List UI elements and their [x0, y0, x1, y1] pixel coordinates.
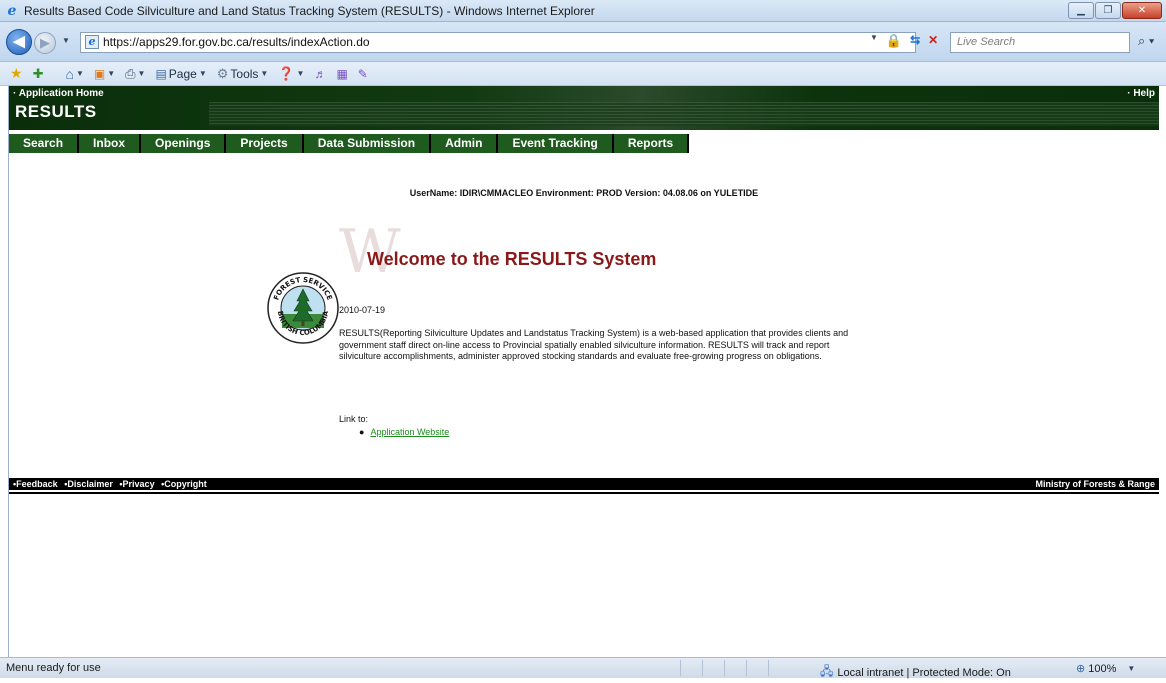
footer-divider: [9, 492, 1159, 494]
print-dropdown-icon[interactable]: ▼: [138, 69, 146, 78]
forest-service-logo: FOREST SERVICE BRITISH COLUMBIA: [267, 272, 339, 344]
link-to-label: Link to:: [339, 414, 369, 424]
footer-disclaimer-link[interactable]: •Disclaimer: [64, 479, 113, 489]
zoom-level: 100%: [1088, 662, 1117, 675]
main-menu: Search Inbox Openings Projects Data Subm…: [9, 134, 690, 153]
tools-menu[interactable]: ⚙ Tools ▼: [217, 66, 269, 82]
tools-menu-label: Tools: [230, 66, 259, 81]
menu-inbox[interactable]: Inbox: [79, 134, 142, 153]
gear-icon: ⚙: [216, 65, 229, 81]
status-panels: [680, 660, 790, 676]
page-icon: e: [85, 35, 99, 49]
home-dropdown-icon[interactable]: ▼: [76, 69, 84, 78]
close-button[interactable]: ✕: [1122, 2, 1162, 19]
addon-icon[interactable]: ✎: [358, 67, 368, 81]
feeds-icon: ▣: [93, 66, 106, 81]
help-icon: ❓: [278, 65, 295, 81]
page-menu-icon: ▤: [155, 66, 167, 81]
ministry-name: Ministry of Forests & Range: [1035, 479, 1155, 489]
stop-icon[interactable]: ✕: [928, 33, 938, 49]
minimize-button[interactable]: ▁: [1068, 2, 1094, 19]
footer-links: •Feedback •Disclaimer •Privacy •Copyrigh…: [13, 478, 211, 490]
favorites-star-icon[interactable]: ★: [10, 65, 23, 82]
status-bar: Menu ready for use 🖧 Local intranet | Pr…: [0, 657, 1166, 679]
menu-openings[interactable]: Openings: [141, 134, 227, 153]
search-input[interactable]: Live Search: [950, 32, 1130, 53]
window-title-bar: e Results Based Code Silviculture and La…: [0, 0, 1166, 22]
page-dropdown-icon: ▼: [198, 69, 207, 78]
url-input[interactable]: e https://apps29.for.gov.bc.ca/results/i…: [80, 32, 916, 53]
menu-reports[interactable]: Reports: [613, 134, 690, 153]
feeds-button[interactable]: ▣ ▼: [94, 67, 115, 81]
command-toolbar: ★ ✚ ⌂ ▼ ▣ ▼ ⎙ ▼ ▤ Page ▼ ⚙ Tools ▼ ❓ ▼ ♬ ▦ ✎: [0, 62, 1166, 86]
print-icon: ⎙: [125, 65, 136, 81]
status-panel: [746, 660, 768, 676]
window-controls: ▁ ❐ ✕: [1068, 2, 1162, 19]
refresh-icon[interactable]: ⇆: [910, 33, 920, 49]
header-decoration: [209, 102, 1159, 126]
menu-event-tracking[interactable]: Event Tracking: [498, 134, 614, 153]
status-panel: [680, 660, 702, 676]
forward-button[interactable]: ▶: [34, 32, 56, 54]
home-button[interactable]: ⌂ ▼: [65, 66, 83, 82]
application-website-link[interactable]: Application Website: [370, 427, 449, 437]
window-title: Results Based Code Silviculture and Land…: [24, 3, 595, 18]
zoom-icon: ⊕: [1076, 663, 1086, 675]
application-home-link[interactable]: · Application Home: [13, 88, 104, 99]
maximize-button[interactable]: ❐: [1095, 2, 1121, 19]
ie-logo-icon: e: [7, 2, 17, 19]
url-text: https://apps29.for.gov.bc.ca/results/ind…: [103, 35, 370, 49]
page-menu-label: Page: [168, 66, 197, 81]
menu-data-submission[interactable]: Data Submission: [303, 134, 432, 153]
current-date: 2010-07-19: [339, 305, 386, 315]
app-header: · Application Home · Help RESULTS: [9, 86, 1159, 130]
onenote-icon[interactable]: ▦: [336, 67, 347, 81]
status-panel: [768, 660, 790, 676]
app-title: RESULTS: [15, 102, 97, 121]
help-menu[interactable]: ❓ ▼: [278, 66, 304, 82]
page-content: · Application Home · Help RESULTS Search…: [8, 86, 1159, 657]
security-zone[interactable]: 🖧 Local intranet | Protected Mode: On: [820, 662, 1011, 683]
address-bar: ◀ ▶ ▼ e https://apps29.for.gov.bc.ca/res…: [0, 22, 1166, 62]
lock-icon[interactable]: 🔒: [886, 33, 902, 49]
menu-projects[interactable]: Projects: [226, 134, 304, 153]
security-zone-label: Local intranet | Protected Mode: On: [837, 666, 1011, 679]
bullet-icon: ●: [359, 427, 365, 437]
add-favorites-icon[interactable]: ✚: [33, 66, 44, 82]
url-controls: ▼ 🔒 ⇆ ✕: [870, 33, 938, 49]
tools-dropdown-icon: ▼: [260, 69, 269, 78]
system-description: RESULTS(Reporting Silviculture Updates a…: [339, 328, 849, 361]
link-list-item: ● Application Website: [359, 427, 449, 437]
status-panel: [702, 660, 724, 676]
status-panel: [724, 660, 746, 676]
history-dropdown-icon[interactable]: ▼: [62, 36, 70, 45]
zoom-dropdown-icon: ▼: [1127, 664, 1136, 673]
help-dropdown-icon: ▼: [296, 69, 305, 78]
menu-admin[interactable]: Admin: [431, 134, 499, 153]
footer-privacy-link[interactable]: •Privacy: [119, 479, 154, 489]
user-info: UserName: IDIR\CMMACLEO Environment: PRO…: [409, 188, 759, 198]
menu-search[interactable]: Search: [9, 134, 80, 153]
print-button[interactable]: ⎙ ▼: [125, 66, 145, 82]
url-dropdown-icon[interactable]: ▼: [870, 33, 878, 49]
research-icon[interactable]: ♬: [314, 67, 326, 81]
page-menu[interactable]: ▤ Page ▼: [155, 67, 206, 81]
intranet-icon: 🖧: [820, 664, 834, 678]
help-link[interactable]: · Help: [1127, 88, 1155, 99]
zoom-control[interactable]: ⊕ 100% ▼: [1076, 662, 1136, 676]
status-text: Menu ready for use: [6, 662, 101, 674]
footer-copyright-link[interactable]: •Copyright: [161, 479, 207, 489]
search-icon[interactable]: ⌕ ▾: [1138, 33, 1154, 49]
footer-feedback-link[interactable]: •Feedback: [13, 479, 58, 489]
page-footer: •Feedback •Disclaimer •Privacy •Copyrigh…: [9, 478, 1159, 490]
home-icon: ⌂: [65, 65, 74, 82]
welcome-heading: Welcome to the RESULTS System: [367, 249, 657, 269]
back-button[interactable]: ◀: [6, 29, 32, 55]
feeds-dropdown-icon[interactable]: ▼: [107, 69, 115, 78]
